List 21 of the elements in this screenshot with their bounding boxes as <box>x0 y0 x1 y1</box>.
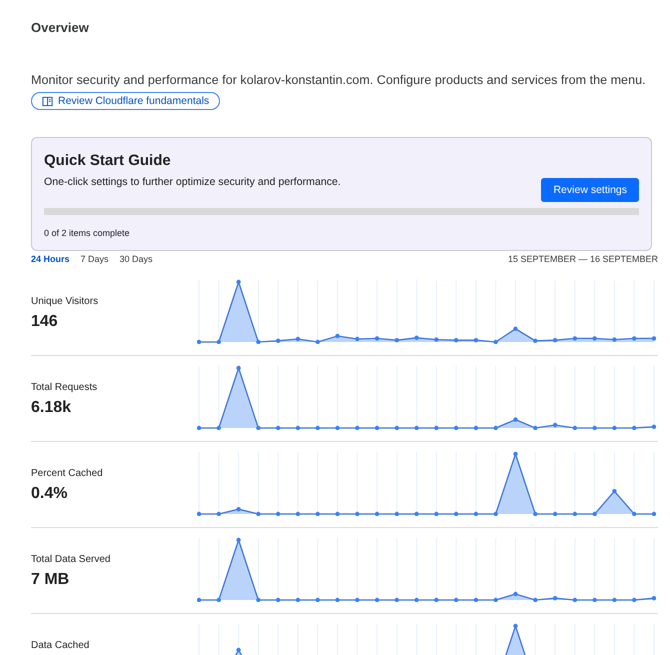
page-description: Monitor security and performance for kolarov-konstantin.com. Configure products and services from the menu. <box>31 73 647 87</box>
metric-label: Percent Cached <box>31 468 104 478</box>
metric-value: 146 <box>31 312 59 330</box>
metric-label: Data Cached <box>31 640 90 650</box>
guide-subtitle: One-click settings to further optimize security and performance. <box>44 176 341 188</box>
metric-label: Unique Visitors <box>31 296 100 306</box>
guide-title: Quick Start Guide <box>44 152 172 168</box>
metric-value: 7 MB <box>31 570 70 588</box>
fundamentals-link[interactable]: Review Cloudflare fundamentals <box>31 92 220 110</box>
review-settings-button[interactable]: Review settings <box>541 178 639 202</box>
page-title: Overview <box>31 20 89 35</box>
time-range-tab[interactable]: 7 Days <box>80 254 109 264</box>
metric-value: 6.18k <box>31 398 72 416</box>
progress-status: 0 of 2 items complete <box>44 228 131 238</box>
metric-value: 0.4% <box>31 484 68 502</box>
time-range-tab[interactable]: 30 Days <box>120 254 153 264</box>
metric-label: Total Data Served <box>31 554 112 564</box>
time-range-tab[interactable]: 24 Hours <box>31 254 70 264</box>
metric-label: Total Requests <box>31 382 98 392</box>
date-range: 15 SEPTEMBER — 16 SEPTEMBER <box>508 254 658 264</box>
book-icon <box>42 96 53 106</box>
